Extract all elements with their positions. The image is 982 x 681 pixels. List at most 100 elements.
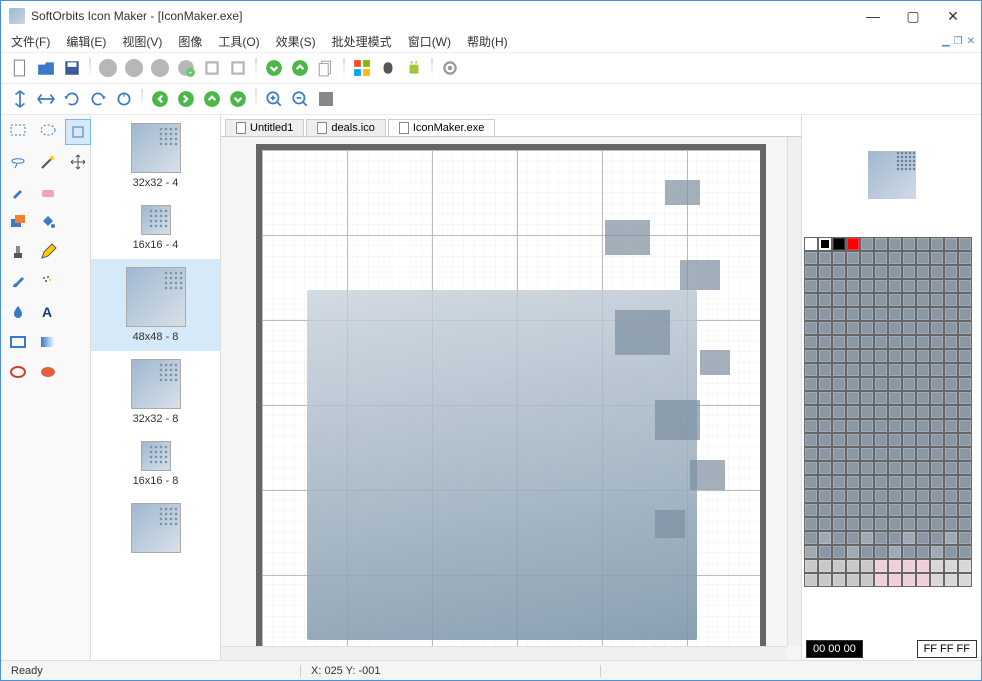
swatch[interactable] bbox=[874, 475, 888, 489]
swatch[interactable] bbox=[944, 503, 958, 517]
fill-tool[interactable] bbox=[35, 209, 61, 235]
swatch[interactable] bbox=[860, 489, 874, 503]
swatch[interactable] bbox=[874, 503, 888, 517]
circle-1-button[interactable] bbox=[97, 57, 119, 79]
swatch[interactable] bbox=[874, 391, 888, 405]
swatch[interactable] bbox=[874, 335, 888, 349]
swatch[interactable] bbox=[804, 433, 818, 447]
swatch[interactable] bbox=[804, 447, 818, 461]
swatch[interactable] bbox=[818, 559, 832, 573]
swatch[interactable] bbox=[902, 531, 916, 545]
swatch[interactable] bbox=[930, 545, 944, 559]
swatch[interactable] bbox=[874, 461, 888, 475]
swatch[interactable] bbox=[846, 279, 860, 293]
empty-tool-3[interactable] bbox=[65, 239, 91, 265]
swatch[interactable] bbox=[930, 461, 944, 475]
swatch[interactable] bbox=[944, 433, 958, 447]
apple-icon[interactable] bbox=[377, 57, 399, 79]
swatch[interactable] bbox=[818, 405, 832, 419]
swatch[interactable] bbox=[944, 321, 958, 335]
swatch[interactable] bbox=[916, 349, 930, 363]
swatch[interactable] bbox=[818, 489, 832, 503]
swatch[interactable] bbox=[888, 489, 902, 503]
thumb-32-4[interactable]: 32x32 - 4 bbox=[91, 115, 220, 197]
swatch[interactable] bbox=[902, 237, 916, 251]
swatch[interactable] bbox=[958, 293, 972, 307]
swatch[interactable] bbox=[902, 405, 916, 419]
swatch[interactable] bbox=[874, 293, 888, 307]
swatch[interactable] bbox=[944, 545, 958, 559]
swatch[interactable] bbox=[818, 461, 832, 475]
swatch[interactable] bbox=[860, 531, 874, 545]
swatch[interactable] bbox=[888, 461, 902, 475]
swatch[interactable] bbox=[958, 475, 972, 489]
menu-tools[interactable]: 工具(O) bbox=[214, 31, 263, 52]
swatch[interactable] bbox=[818, 447, 832, 461]
spray-tool[interactable] bbox=[35, 269, 61, 295]
swatch[interactable] bbox=[944, 559, 958, 573]
menu-image[interactable]: 图像 bbox=[174, 31, 206, 52]
minimize-button[interactable]: — bbox=[853, 2, 893, 30]
swatch[interactable] bbox=[902, 573, 916, 587]
nav-left-button[interactable] bbox=[149, 88, 171, 110]
swatch[interactable] bbox=[818, 279, 832, 293]
swatch[interactable] bbox=[860, 377, 874, 391]
rect-select-tool[interactable] bbox=[5, 119, 31, 145]
swatch[interactable] bbox=[874, 265, 888, 279]
swatch[interactable] bbox=[818, 265, 832, 279]
swatch[interactable] bbox=[958, 265, 972, 279]
swatch[interactable] bbox=[902, 293, 916, 307]
swatch[interactable] bbox=[902, 475, 916, 489]
swatch[interactable] bbox=[860, 265, 874, 279]
swatch[interactable] bbox=[944, 517, 958, 531]
swatch[interactable] bbox=[804, 377, 818, 391]
zoom-in-button[interactable] bbox=[263, 88, 285, 110]
swatch[interactable] bbox=[888, 265, 902, 279]
swatch[interactable] bbox=[916, 489, 930, 503]
swatch[interactable] bbox=[832, 265, 846, 279]
swatch[interactable] bbox=[958, 447, 972, 461]
swatch[interactable] bbox=[888, 405, 902, 419]
swatch[interactable] bbox=[818, 335, 832, 349]
swatch[interactable] bbox=[818, 475, 832, 489]
swatch[interactable] bbox=[804, 349, 818, 363]
menu-help[interactable]: 帮助(H) bbox=[463, 31, 512, 52]
swatch[interactable] bbox=[874, 405, 888, 419]
swatch[interactable] bbox=[874, 349, 888, 363]
thumb-16-8[interactable]: 16x16 - 8 bbox=[91, 433, 220, 495]
swatch[interactable] bbox=[846, 321, 860, 335]
circle-3-button[interactable] bbox=[149, 57, 171, 79]
swatch[interactable] bbox=[804, 321, 818, 335]
swatch[interactable] bbox=[958, 531, 972, 545]
swatch[interactable] bbox=[916, 251, 930, 265]
swatch[interactable] bbox=[846, 405, 860, 419]
replace-color-tool[interactable] bbox=[5, 209, 31, 235]
swatch[interactable] bbox=[916, 545, 930, 559]
rotate-cw-button[interactable] bbox=[61, 88, 83, 110]
swatch[interactable] bbox=[930, 251, 944, 265]
swatch[interactable] bbox=[958, 573, 972, 587]
swatch[interactable] bbox=[874, 433, 888, 447]
thumb-32-8[interactable]: 32x32 - 8 bbox=[91, 351, 220, 433]
swatch[interactable] bbox=[804, 251, 818, 265]
close-button[interactable]: ✕ bbox=[933, 2, 973, 30]
swatch[interactable] bbox=[804, 307, 818, 321]
swatch[interactable] bbox=[860, 335, 874, 349]
horizontal-scrollbar[interactable] bbox=[221, 646, 787, 660]
swatch[interactable] bbox=[902, 335, 916, 349]
icon-sizes-panel[interactable]: 32x32 - 4 16x16 - 4 48x48 - 8 32x32 - 8 … bbox=[91, 115, 221, 660]
swatch[interactable] bbox=[902, 349, 916, 363]
swatch[interactable] bbox=[846, 489, 860, 503]
thumb-48-8[interactable]: 48x48 - 8 bbox=[91, 259, 220, 351]
swatch[interactable] bbox=[902, 559, 916, 573]
swatch[interactable] bbox=[888, 419, 902, 433]
swatch[interactable] bbox=[958, 237, 972, 251]
swatch[interactable] bbox=[804, 461, 818, 475]
swatch[interactable] bbox=[930, 307, 944, 321]
swatch[interactable] bbox=[958, 335, 972, 349]
stamp-tool[interactable] bbox=[5, 239, 31, 265]
swatch[interactable] bbox=[930, 279, 944, 293]
swatch[interactable] bbox=[846, 433, 860, 447]
mdi-minimize-icon[interactable]: ▁ bbox=[942, 36, 950, 47]
swatch[interactable] bbox=[930, 391, 944, 405]
